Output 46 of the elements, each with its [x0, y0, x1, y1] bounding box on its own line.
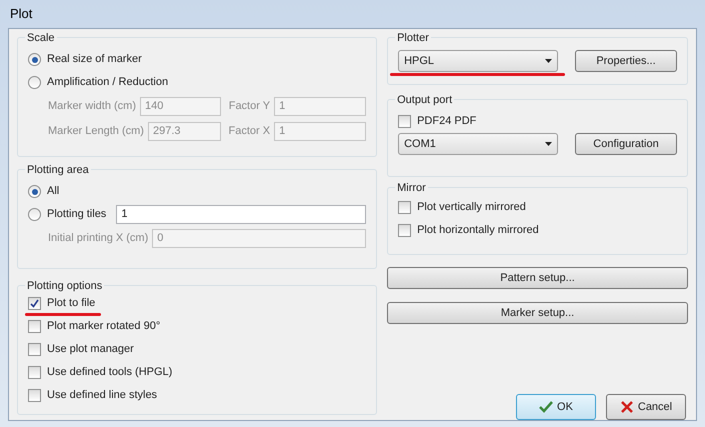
dropdown-arrow-icon	[545, 142, 552, 146]
dropdown[interactable]: COM1	[398, 133, 558, 155]
checkmark-icon	[539, 401, 554, 413]
checkbox[interactable]	[28, 297, 41, 310]
radio-label: Plotting tiles	[47, 207, 106, 222]
field-label: Initial printing X (cm)	[48, 231, 148, 246]
radio-label: Real size of marker	[47, 52, 142, 68]
checkbox-label: Plot horizontally mirrored	[417, 224, 539, 236]
radio-button[interactable]	[28, 208, 41, 221]
group-title: Output port	[395, 92, 454, 108]
radio-label: All	[47, 184, 60, 200]
field-label: Marker Length (cm)	[48, 124, 144, 140]
button[interactable]: Pattern setup...	[387, 267, 688, 289]
close-icon	[620, 401, 634, 413]
checkbox[interactable]	[28, 366, 41, 379]
field-label: Factor X	[228, 124, 270, 140]
checkbox[interactable]	[398, 224, 412, 237]
radio-label: Amplification / Reduction	[47, 75, 168, 90]
field-label: Marker width (cm)	[48, 99, 136, 114]
field-label: Factor Y	[228, 99, 270, 114]
checkbox-label: Use defined line styles	[47, 389, 158, 402]
checkbox-label: PDF24 PDF	[417, 115, 476, 128]
checkbox[interactable]	[398, 201, 412, 214]
radio-button[interactable]	[28, 185, 41, 198]
checkbox[interactable]	[28, 343, 41, 356]
checkbox-label: Plot marker rotated 90°	[47, 320, 160, 332]
dropdown[interactable]: HPGL	[398, 50, 558, 72]
checkbox-label: Use defined tools (HPGL)	[47, 366, 172, 378]
button[interactable]: Configuration	[575, 133, 677, 155]
ok-button[interactable]: OK	[516, 394, 596, 420]
input-field[interactable]: 1	[116, 205, 366, 224]
group-title: Plotting area	[25, 162, 91, 178]
radio-button[interactable]	[28, 53, 41, 66]
checkbox[interactable]	[28, 389, 41, 402]
radio-button[interactable]	[28, 76, 41, 89]
checkbox-label: Use plot manager	[47, 343, 134, 356]
checkbox-label: Plot vertically mirrored	[417, 201, 526, 214]
button[interactable]: Marker setup...	[387, 302, 688, 324]
checkbox[interactable]	[28, 320, 41, 333]
cancel-button[interactable]: Cancel	[606, 394, 686, 420]
checkbox-label: Plot to file	[47, 297, 96, 310]
button[interactable]: Properties...	[575, 50, 677, 72]
dropdown-arrow-icon	[545, 59, 552, 63]
window-title: Plot	[9, 5, 32, 23]
checkbox[interactable]	[398, 115, 412, 128]
group-title: Plotting options	[25, 278, 104, 294]
